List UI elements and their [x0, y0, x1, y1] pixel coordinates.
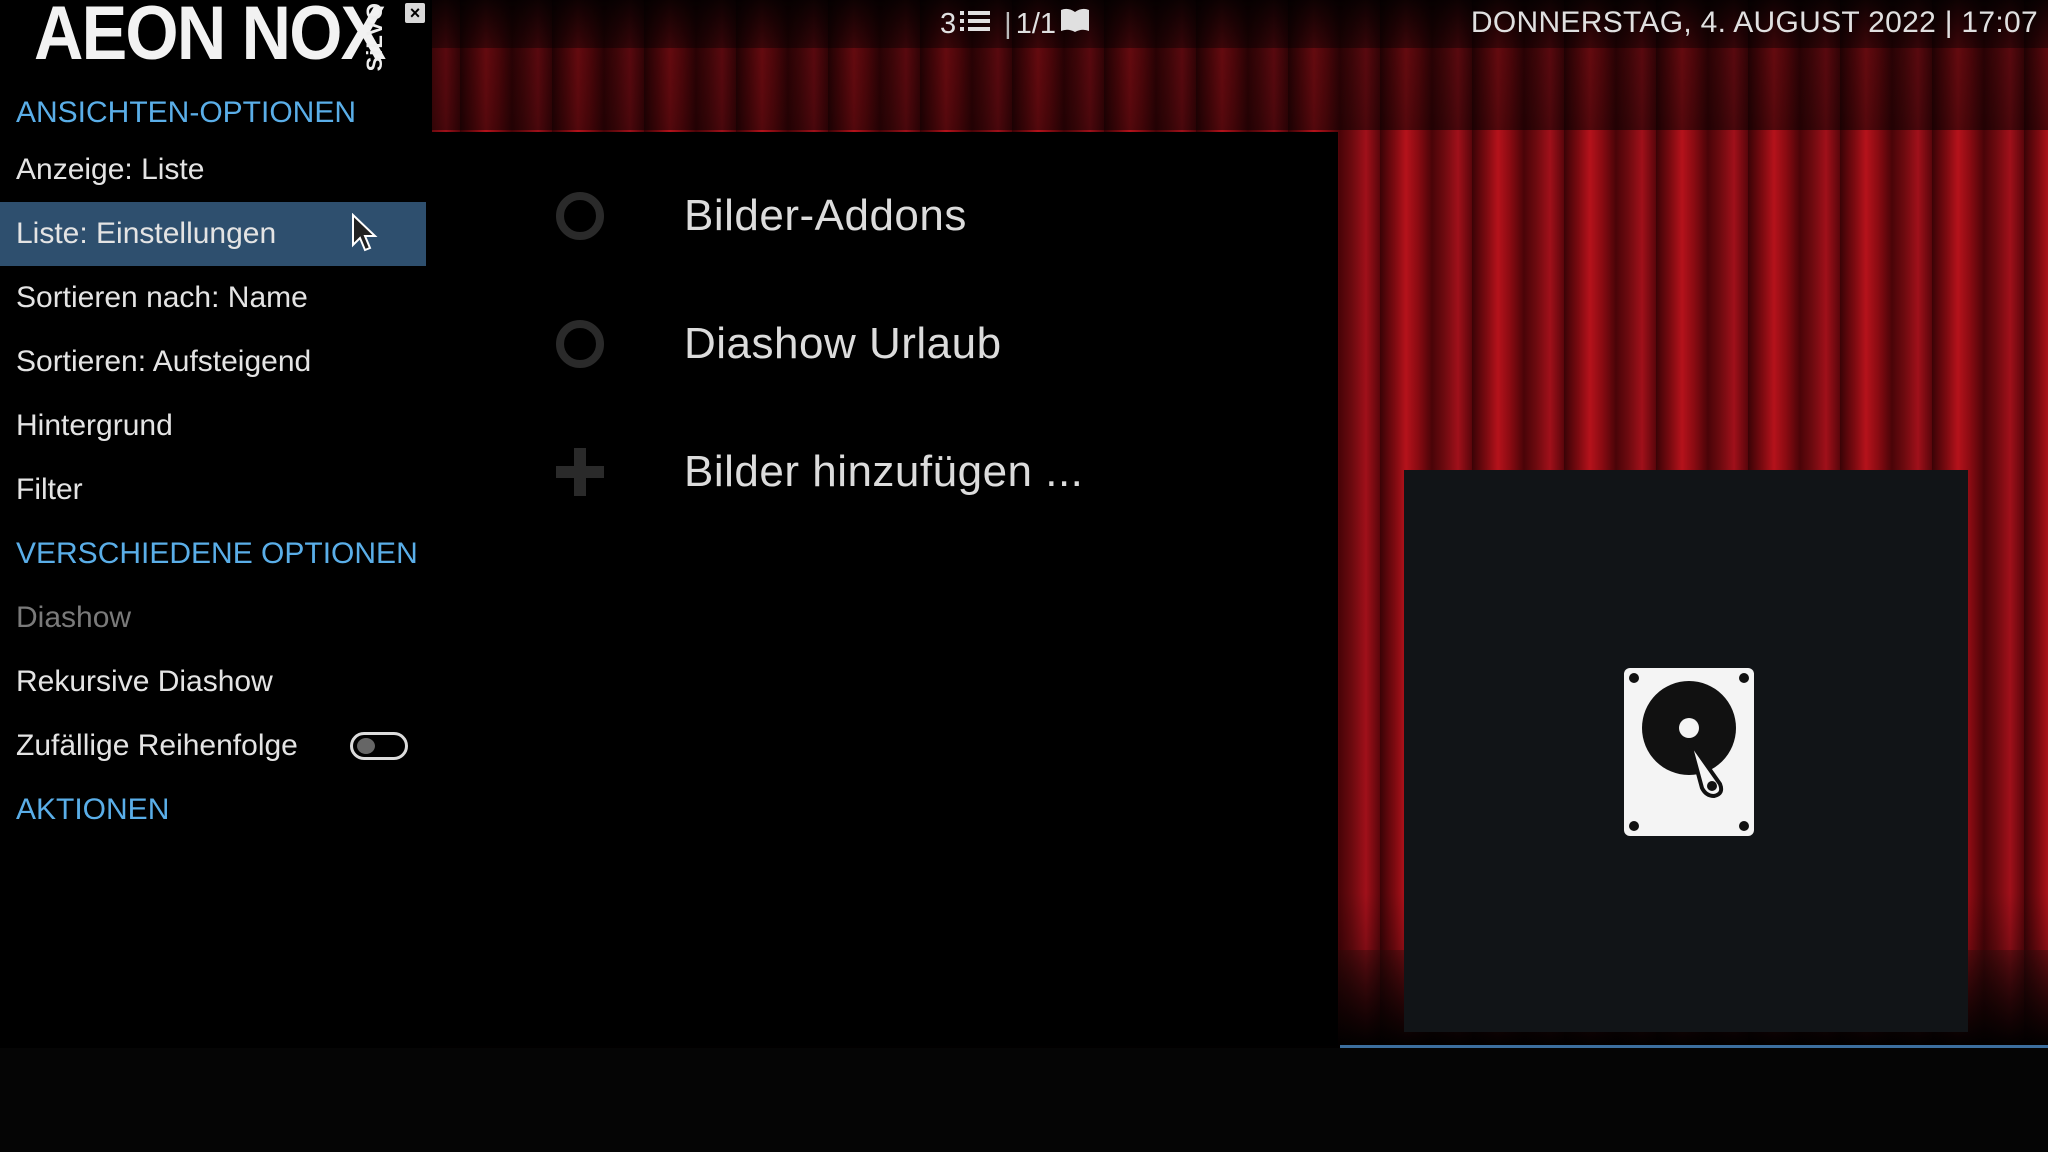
item-counter: 3 | 1/1	[940, 6, 1090, 42]
page-indicator: 1/1	[1015, 7, 1057, 40]
menu-item-background[interactable]: Hintergrund	[0, 394, 426, 458]
list-item[interactable]: Bilder hinzufügen ...	[432, 408, 1338, 536]
logo-subtitle: SiLVO	[362, 2, 387, 72]
random-order-toggle[interactable]	[350, 732, 408, 760]
file-list: Bilder-Addons Diashow Urlaub Bilder hinz…	[432, 132, 1338, 1046]
menu-item-slideshow: Diashow	[16, 601, 132, 634]
section-header-actions: AKTIONEN	[16, 793, 170, 826]
list-item[interactable]: Diashow Urlaub	[432, 280, 1338, 408]
addons-icon	[550, 186, 610, 246]
menu-item-filter[interactable]: Filter	[0, 458, 426, 522]
list-item-label: Bilder hinzufügen ...	[684, 447, 1084, 496]
section-header-misc-options: VERSCHIEDENE OPTIONEN	[16, 537, 418, 570]
logo-text: AEON NOX	[34, 0, 386, 76]
item-count: 3	[940, 7, 957, 40]
drive-icon	[550, 314, 610, 374]
list-item-label: Bilder-Addons	[684, 191, 967, 240]
menu-item-sort-order[interactable]: Sortieren: Aufsteigend	[0, 330, 426, 394]
list-icon	[960, 8, 991, 41]
side-options-panel: AEON NOX SiLVO × ANSICHTEN-OPTIONEN Anze…	[0, 0, 432, 1048]
bottom-bar	[0, 1048, 2048, 1152]
hard-drive-icon	[1624, 668, 1754, 836]
list-item-label: Diashow Urlaub	[684, 319, 1002, 368]
menu-item-random-order[interactable]: Zufällige Reihenfolge	[0, 714, 426, 778]
menu-item-view-mode[interactable]: Anzeige: Liste	[0, 138, 426, 202]
menu-item-label: Zufällige Reihenfolge	[16, 729, 298, 762]
date-time: DONNERSTAG, 4. AUGUST 2022 | 17:07	[1470, 6, 2038, 39]
list-item[interactable]: Bilder-Addons	[432, 152, 1338, 280]
menu-item-sort-by[interactable]: Sortieren nach: Name	[0, 266, 426, 330]
mouse-cursor-icon	[352, 213, 378, 252]
menu-item-recursive-slideshow[interactable]: Rekursive Diashow	[0, 650, 426, 714]
toggle-knob	[357, 738, 375, 754]
close-button[interactable]: ×	[405, 3, 425, 23]
book-icon	[1060, 7, 1090, 41]
plus-icon	[550, 442, 610, 502]
section-header-view-options: ANSICHTEN-OPTIONEN	[16, 96, 357, 129]
preview-panel	[1404, 470, 1968, 1032]
